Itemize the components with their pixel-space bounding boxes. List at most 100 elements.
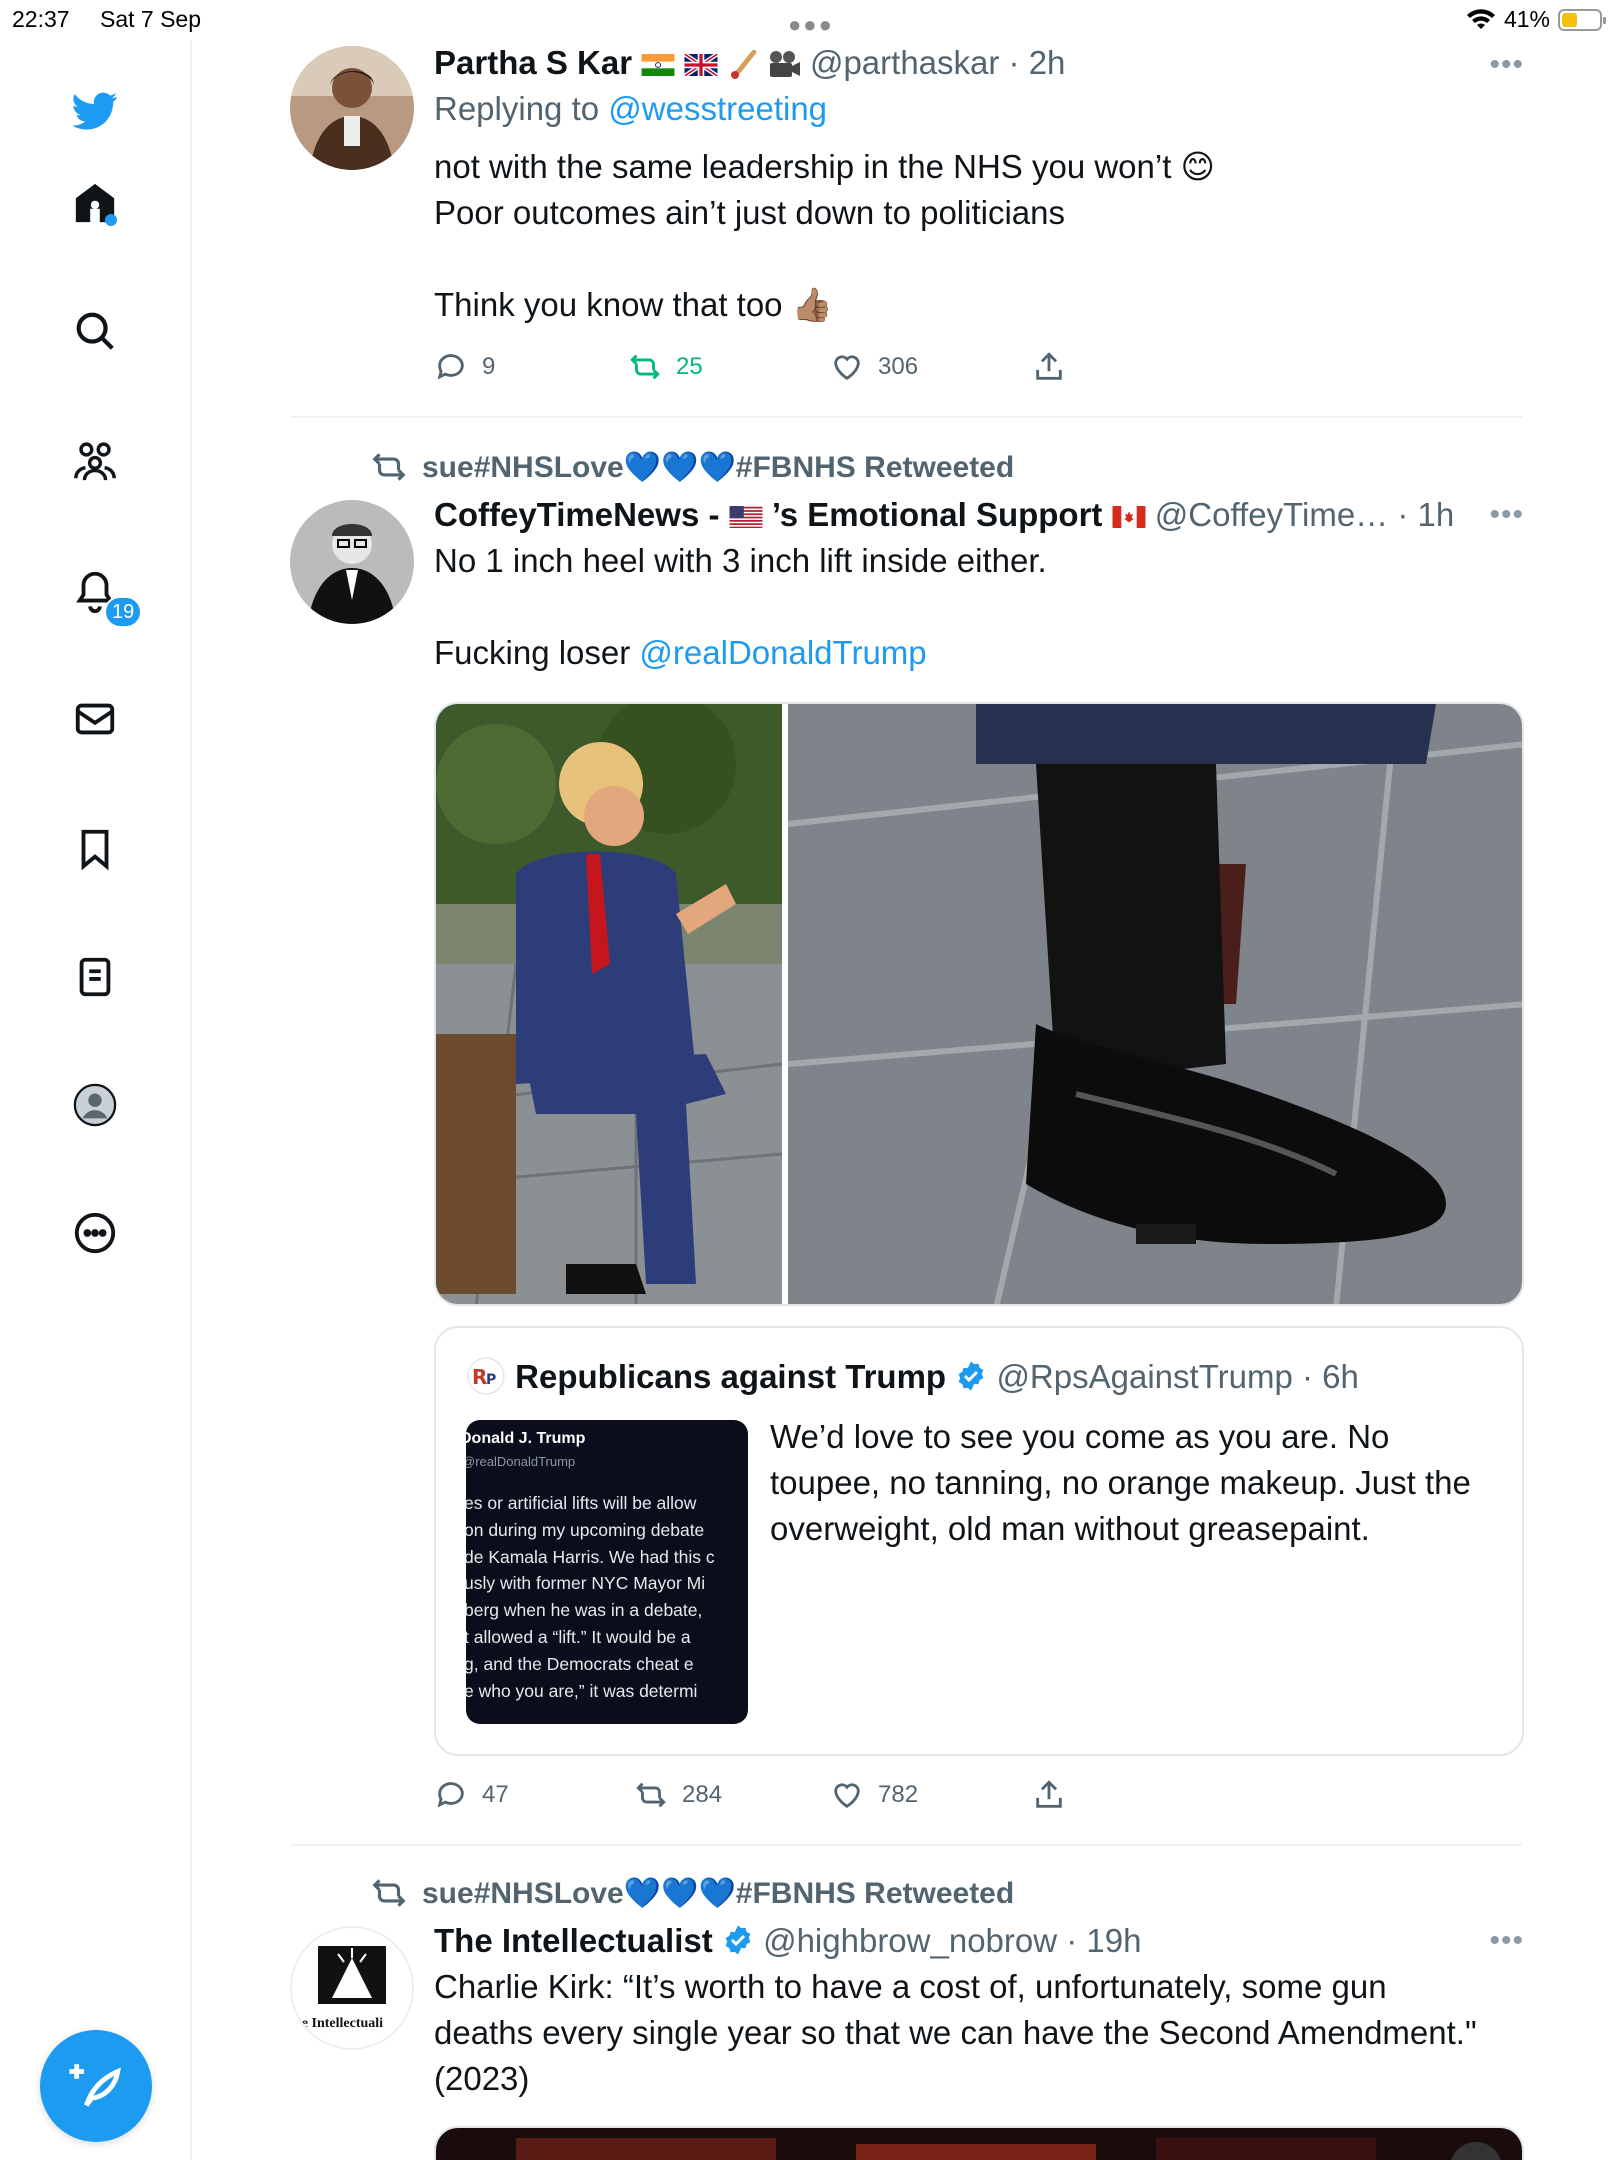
- home-unread-dot: [105, 214, 117, 226]
- movie-camera-icon: [769, 51, 800, 77]
- tweet-header: Partha S Kar @parthaskar · 2h: [434, 44, 1066, 81]
- tweet-more-icon[interactable]: •••: [1489, 1924, 1524, 1958]
- bookmarks-icon[interactable]: [70, 824, 120, 874]
- reply-mention-link[interactable]: @wesstreeting: [608, 90, 827, 127]
- like-button[interactable]: 306: [830, 350, 918, 384]
- avatar[interactable]: [290, 500, 414, 624]
- heart-icon: [834, 1783, 860, 1809]
- tweet-text-line: Fucking loser @realDonaldTrump: [434, 630, 1524, 676]
- tweet-text-line: No 1 inch heel with 3 inch lift inside e…: [434, 542, 1047, 579]
- tweet-actions: 47 284 782: [434, 1778, 1134, 1818]
- avatar[interactable]: he Intellectuali: [290, 1926, 414, 2050]
- thumb-text-line: es or artificial lifts will be allow: [466, 1493, 697, 1513]
- tweet-text-line: Think you know that too 👍🏽: [434, 286, 833, 323]
- tweet-photo: [436, 2128, 1522, 2160]
- retweeted-by-label: sue#NHSLove💙💙💙#FBNHS Retweeted: [422, 450, 1015, 484]
- mention-link[interactable]: @realDonaldTrump: [639, 634, 926, 671]
- retweet-icon: [636, 1782, 666, 1808]
- tweet-the-intellectualist[interactable]: The Intellectualist @highbrow_nobrow · 1…: [434, 1918, 1524, 2102]
- reply-count: 9: [482, 353, 496, 380]
- notifications-count-badge: 19: [104, 596, 143, 628]
- tweet-text: Fucking loser: [434, 634, 640, 671]
- quoted-tweet-thumbnail[interactable]: Donald J. Trump @realDonaldTrump es or a…: [466, 1420, 748, 1724]
- share-button[interactable]: [1032, 350, 1066, 384]
- tweet-photo: [436, 704, 1522, 1304]
- tweet-actions: 9 25 306: [434, 350, 1134, 390]
- tweet-time[interactable]: 2h: [1029, 44, 1066, 81]
- retweet-button[interactable]: 284: [634, 1778, 722, 1812]
- replying-to-label: Replying to: [434, 90, 600, 127]
- messages-icon[interactable]: [70, 694, 120, 744]
- quoted-tweet[interactable]: RP Republicans against Trump @RpsAgainst…: [434, 1326, 1524, 1756]
- tweet-time[interactable]: 19h: [1086, 1922, 1141, 1959]
- search-icon[interactable]: [70, 306, 120, 356]
- author-handle[interactable]: @parthaskar: [810, 44, 999, 81]
- thumb-text-line: berg when he was in a debate,: [466, 1600, 703, 1621]
- author-handle[interactable]: @highbrow_nobrow: [763, 1922, 1057, 1959]
- retweet-icon: [372, 1879, 406, 1907]
- avatar[interactable]: [290, 46, 414, 170]
- multitask-dots-icon[interactable]: ●●●: [788, 12, 834, 38]
- tweet-coffeytimenews[interactable]: CoffeyTimeNews - ’s Emotional Support @C…: [434, 492, 1524, 676]
- thumb-text-line: on during my upcoming debate: [466, 1519, 705, 1540]
- retweeted-by-label: sue#NHSLove💙💙💙#FBNHS Retweeted: [422, 1876, 1015, 1910]
- share-button[interactable]: [1032, 1778, 1066, 1812]
- thumb-text-line: g, and the Democrats cheat e: [466, 1653, 694, 1674]
- svg-text:P: P: [486, 1372, 496, 1388]
- tweet-time[interactable]: 1h: [1418, 496, 1455, 533]
- author-handle[interactable]: @CoffeyTime…: [1155, 496, 1388, 533]
- tweet-text-spacer: [434, 584, 1524, 630]
- retweeted-by-row[interactable]: sue#NHSLove💙💙💙#FBNHS Retweeted: [370, 1874, 1014, 1912]
- like-count: 782: [878, 1781, 919, 1808]
- status-date: Sat 7 Sep: [100, 6, 202, 32]
- thumb-author-name: Donald J. Trump: [466, 1430, 586, 1447]
- retweeted-by-row[interactable]: sue#NHSLove💙💙💙#FBNHS Retweeted: [370, 448, 1014, 486]
- status-time: 22:37: [12, 6, 70, 32]
- tweet-more-icon[interactable]: •••: [1489, 498, 1524, 532]
- us-flag-icon: [729, 506, 763, 528]
- tweet-divider: [290, 1844, 1522, 1846]
- avatar-logo-text: he Intellectuali: [294, 2016, 384, 2031]
- profile-avatar-icon[interactable]: [70, 1080, 120, 1130]
- reply-button[interactable]: 9: [434, 350, 495, 384]
- india-flag-icon: [641, 54, 675, 76]
- reply-count: 47: [482, 1781, 509, 1808]
- retweet-button[interactable]: 25: [628, 350, 703, 384]
- verified-badge-icon: [958, 1361, 984, 1391]
- tweet-text-line: [434, 236, 1524, 282]
- uk-flag-icon: [684, 54, 719, 76]
- compose-tweet-button[interactable]: [40, 2030, 152, 2142]
- lists-icon[interactable]: [70, 952, 120, 1002]
- tweet-text-line: (2023): [434, 2060, 530, 2097]
- communities-icon[interactable]: [70, 436, 120, 486]
- quoted-author-name[interactable]: Republicans against Trump: [515, 1358, 946, 1395]
- tweet-media-image[interactable]: [434, 2126, 1524, 2160]
- thumb-text-line: e who you are,” it was determi: [466, 1680, 698, 1701]
- tweet-text-line: Charlie Kirk: “It’s worth to have a cost…: [434, 1968, 1387, 2005]
- tweet-header: CoffeyTimeNews - ’s Emotional Support @C…: [434, 496, 1455, 533]
- more-options-icon[interactable]: [70, 1208, 120, 1258]
- rps-logo-icon: RP: [467, 1357, 505, 1395]
- reply-button[interactable]: 47: [434, 1778, 509, 1812]
- quoted-author-handle[interactable]: @RpsAgainstTrump: [996, 1358, 1292, 1395]
- quoted-tweet-text: We’d love to see you come as you are. No…: [770, 1418, 1471, 1547]
- tweet-more-icon[interactable]: •••: [1489, 48, 1524, 82]
- thumb-text-line: usly with former NYC Mayor Mi: [466, 1573, 706, 1594]
- verified-badge-icon: [725, 1925, 751, 1955]
- quoted-tweet-time[interactable]: 6h: [1322, 1358, 1359, 1395]
- twitter-logo-icon[interactable]: [70, 86, 120, 136]
- tweet-media-image[interactable]: [434, 702, 1524, 1306]
- author-name[interactable]: Partha S Kar: [434, 44, 632, 81]
- tweet-text: not with the same leadership in the NHS …: [434, 144, 1524, 328]
- like-button[interactable]: 782: [830, 1778, 918, 1812]
- reply-icon: [437, 354, 464, 380]
- thumb-author-handle: @realDonaldTrump: [466, 1454, 576, 1469]
- reply-icon: [437, 1782, 464, 1808]
- share-icon: [1036, 1780, 1062, 1808]
- author-name-prefix[interactable]: CoffeyTimeNews -: [434, 496, 729, 533]
- author-name[interactable]: The Intellectualist: [434, 1922, 713, 1959]
- author-name-suffix[interactable]: ’s Emotional Support: [772, 496, 1103, 533]
- tweet-divider: [290, 416, 1522, 418]
- retweet-icon: [630, 354, 660, 380]
- like-count: 306: [878, 353, 919, 380]
